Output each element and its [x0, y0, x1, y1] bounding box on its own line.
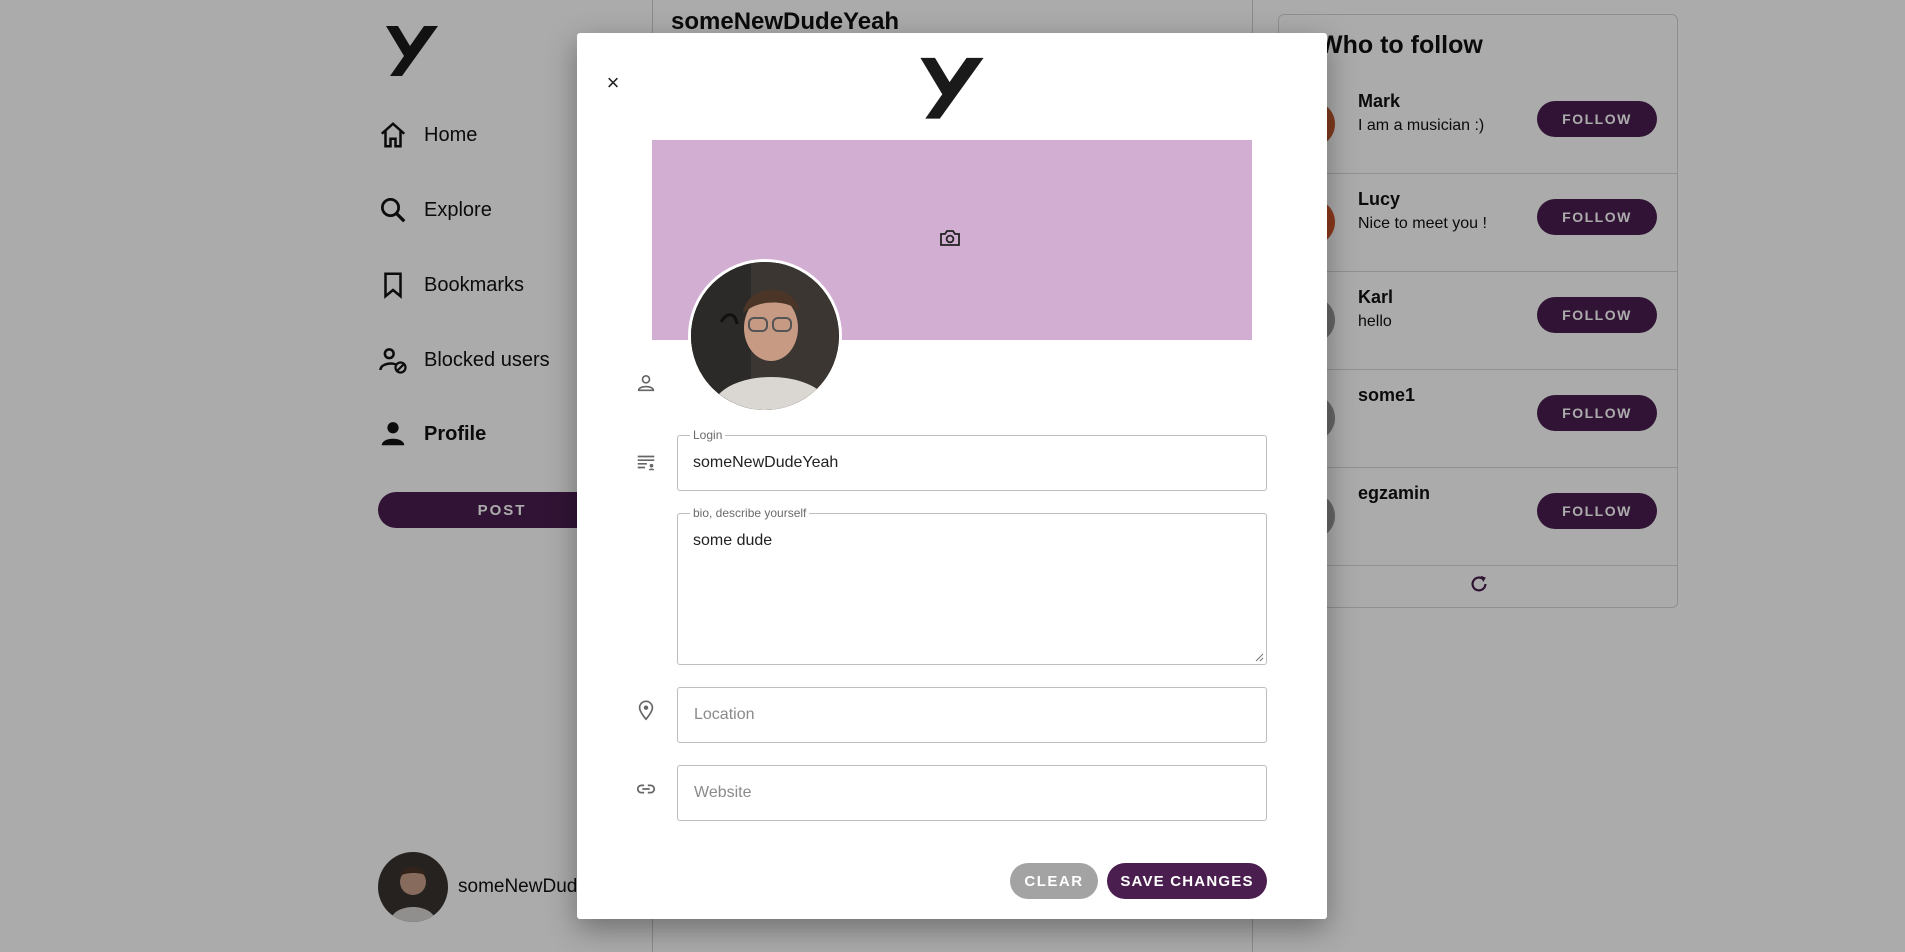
- login-input[interactable]: someNewDudeYeah: [693, 454, 838, 472]
- resize-handle-icon[interactable]: [1254, 652, 1264, 662]
- bio-lines-icon: [637, 455, 655, 471]
- person-outline-icon: [637, 375, 655, 392]
- bio-textarea[interactable]: some dude: [693, 532, 772, 550]
- location-pin-icon: [638, 700, 654, 721]
- location-input[interactable]: Location: [694, 706, 755, 724]
- website-input[interactable]: Website: [694, 784, 752, 802]
- location-field[interactable]: Location: [677, 687, 1267, 743]
- app-logo-icon: [920, 57, 984, 119]
- login-label: Login: [690, 428, 726, 442]
- link-icon: [636, 784, 656, 794]
- edit-profile-modal: × Login someNewDudeYeah bio, describe yo…: [577, 33, 1327, 919]
- close-icon: ×: [606, 70, 620, 95]
- clear-button[interactable]: CLEAR: [1010, 863, 1098, 899]
- close-button[interactable]: ×: [601, 70, 625, 95]
- login-field[interactable]: Login someNewDudeYeah: [677, 428, 1267, 491]
- save-changes-button[interactable]: SAVE CHANGES: [1107, 863, 1267, 899]
- bio-field[interactable]: bio, describe yourself some dude: [677, 506, 1267, 665]
- bio-label: bio, describe yourself: [690, 506, 810, 520]
- website-field[interactable]: Website: [677, 765, 1267, 821]
- profile-avatar[interactable]: [688, 259, 842, 413]
- camera-icon[interactable]: [938, 226, 962, 250]
